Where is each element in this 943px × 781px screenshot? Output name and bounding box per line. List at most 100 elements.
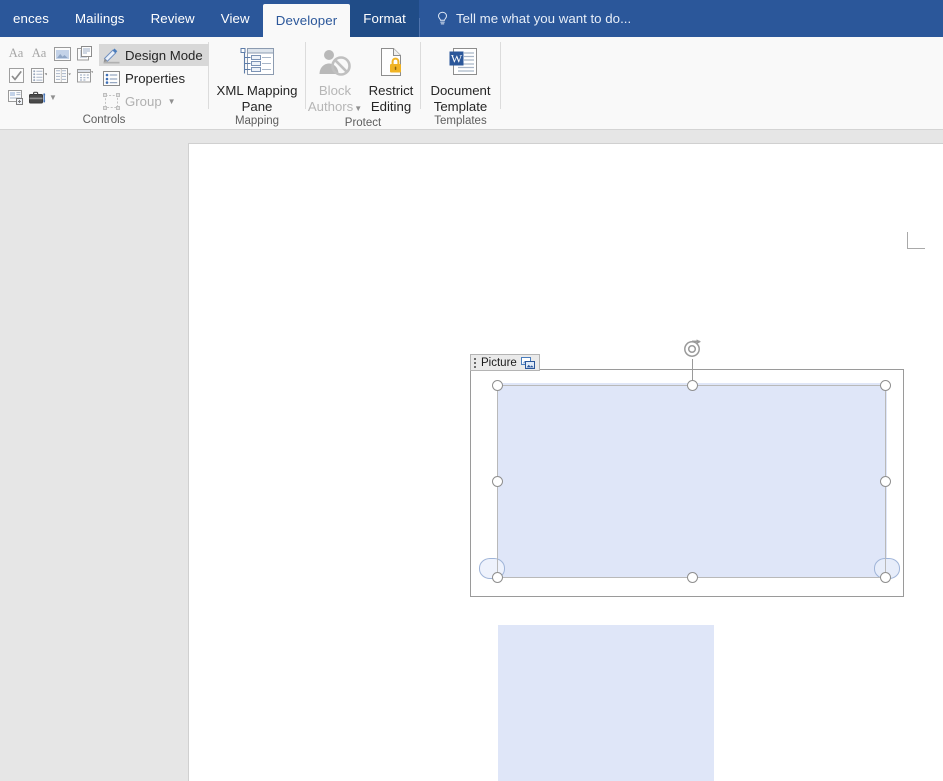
group-label-controls: Controls: [82, 114, 126, 126]
building-block-gallery-button[interactable]: [74, 43, 96, 64]
drop-down-list-content-control-button[interactable]: [51, 65, 73, 86]
tab-references[interactable]: ences: [0, 0, 62, 37]
lightbulb-icon: [436, 11, 449, 26]
design-mode-label: Design Mode: [125, 47, 203, 63]
group-divider: [500, 42, 501, 109]
label-line1: Document: [430, 83, 491, 98]
gallery-icon: [77, 46, 92, 61]
resize-handle-bottom-center[interactable]: [687, 572, 698, 583]
tab-view[interactable]: View: [208, 0, 263, 37]
group-label-mapping: Mapping: [234, 115, 280, 127]
svg-text:W: W: [450, 51, 462, 65]
document-template-label: Document Template: [430, 83, 490, 114]
content-control-tag[interactable]: Picture: [470, 354, 540, 371]
xml-mapped-picture-icon: [520, 356, 535, 369]
picture-content-control-button[interactable]: [51, 43, 73, 64]
document-template-icon: W: [449, 48, 477, 75]
margin-corner-marker: [907, 232, 925, 250]
xml-mapping-pane-label: XML Mapping Pane: [217, 83, 298, 114]
tab-developer[interactable]: Developer: [262, 4, 351, 37]
resize-handle-bottom-left[interactable]: [492, 572, 503, 583]
properties-label: Properties: [125, 70, 186, 86]
checkbox-icon: [8, 68, 24, 83]
xml-mapping-pane-button[interactable]: XML Mapping Pane: [211, 40, 303, 114]
restrict-editing-icon: [381, 48, 401, 76]
label-line1: Block: [318, 83, 352, 98]
datepicker-icon: [77, 69, 93, 83]
resize-handle-top-left[interactable]: [492, 380, 503, 391]
tab-label: Format: [363, 11, 406, 26]
label-line2: Pane: [241, 98, 273, 114]
combo-box-content-control-button[interactable]: [28, 65, 50, 86]
tell-me-placeholder: Tell me what you want to do...: [455, 11, 632, 26]
block-authors-icon-wrap: [317, 44, 353, 80]
group-label: Group: [125, 93, 162, 109]
repeating-section-content-control-button[interactable]: [5, 87, 27, 108]
label-line2: Editing: [370, 98, 412, 114]
tab-label: Developer: [275, 13, 338, 28]
dropdown-icon: [53, 68, 71, 83]
resize-handle-bottom-right[interactable]: [880, 572, 891, 583]
document-template-icon-wrap: W: [444, 44, 478, 80]
document-canvas[interactable]: Picture: [0, 130, 943, 781]
tab-label: Mailings: [74, 11, 125, 26]
xml-mapping-pane-icon: [240, 48, 274, 75]
drag-handle-icon[interactable]: [474, 357, 476, 368]
tab-review[interactable]: Review: [138, 0, 208, 37]
block-authors-icon: [319, 50, 351, 76]
resize-handle-middle-right[interactable]: [880, 476, 891, 487]
tab-label: Review: [150, 11, 195, 26]
resize-handle-top-right[interactable]: [880, 380, 891, 391]
date-picker-content-control-button[interactable]: [74, 65, 96, 86]
restrict-editing-label: Restrict Editing: [369, 83, 414, 114]
group-label-protect: Protect: [344, 117, 382, 129]
resize-handle-middle-left[interactable]: [492, 476, 503, 487]
plain-text-icon: Aa: [31, 46, 47, 61]
chevron-down-icon[interactable]: ▼: [49, 93, 57, 102]
toolbox-icon: [29, 91, 46, 104]
design-mode-icon: [103, 48, 120, 63]
group-label-templates: Templates: [434, 115, 487, 127]
legacy-tools-button[interactable]: ▼: [28, 87, 58, 108]
document-page[interactable]: Picture: [188, 143, 943, 781]
content-control-tag-label: Picture: [481, 356, 517, 369]
label-line2: Authors: [307, 98, 354, 114]
document-template-button[interactable]: W Document Template: [423, 40, 499, 114]
ribbon-group-protect: Block Authors▼ Restrict Editing Protect: [306, 37, 420, 130]
label-line2: Template: [433, 98, 488, 114]
repeating-icon: [7, 90, 23, 105]
combobox-icon: [31, 68, 47, 83]
block-authors-button[interactable]: Block Authors▼: [307, 40, 363, 116]
rotate-handle[interactable]: [682, 339, 703, 360]
tab-mailings[interactable]: Mailings: [62, 0, 138, 37]
rich-text-content-control-button[interactable]: Aa: [5, 43, 27, 64]
ribbon-group-controls: Aa Aa ▼ Design Mode Properties Group ▼ C…: [0, 37, 209, 130]
restrict-editing-button[interactable]: Restrict Editing: [363, 40, 419, 114]
tell-me-search[interactable]: Tell me what you want to do...: [420, 0, 641, 37]
controls-command-column: Design Mode Properties Group ▼: [96, 40, 209, 112]
resize-handle-top-center[interactable]: [687, 380, 698, 391]
controls-icon-grid: Aa Aa ▼: [0, 40, 96, 108]
tab-separator: [418, 18, 420, 37]
block-authors-label: Block Authors▼: [308, 83, 362, 116]
chevron-down-icon[interactable]: ▼: [354, 104, 362, 113]
plain-text-content-control-button[interactable]: Aa: [28, 43, 50, 64]
properties-button[interactable]: Properties: [99, 67, 209, 89]
design-mode-button[interactable]: Design Mode: [99, 44, 209, 66]
word-window: ences Mailings Review View Developer For…: [0, 0, 943, 781]
tab-format[interactable]: Format: [350, 0, 419, 37]
group-button[interactable]: Group ▼: [99, 90, 209, 112]
ribbon-body: Aa Aa ▼ Design Mode Properties Group ▼ C…: [0, 37, 943, 130]
chevron-down-icon[interactable]: ▼: [168, 97, 176, 106]
xml-mapping-pane-icon-wrap: [240, 44, 275, 80]
ribbon-tabstrip: ences Mailings Review View Developer For…: [0, 0, 943, 37]
ribbon-group-templates: W Document Template Templates: [421, 37, 500, 130]
image-selection-frame: [497, 385, 886, 578]
properties-icon: [103, 70, 120, 86]
tab-label: View: [220, 11, 250, 26]
picture-content-control-2[interactable]: [498, 625, 714, 781]
check-box-content-control-button[interactable]: [5, 65, 27, 86]
rich-text-icon: Aa: [8, 46, 24, 61]
rotate-icon: [684, 339, 701, 357]
label-line1: Restrict: [368, 83, 414, 98]
